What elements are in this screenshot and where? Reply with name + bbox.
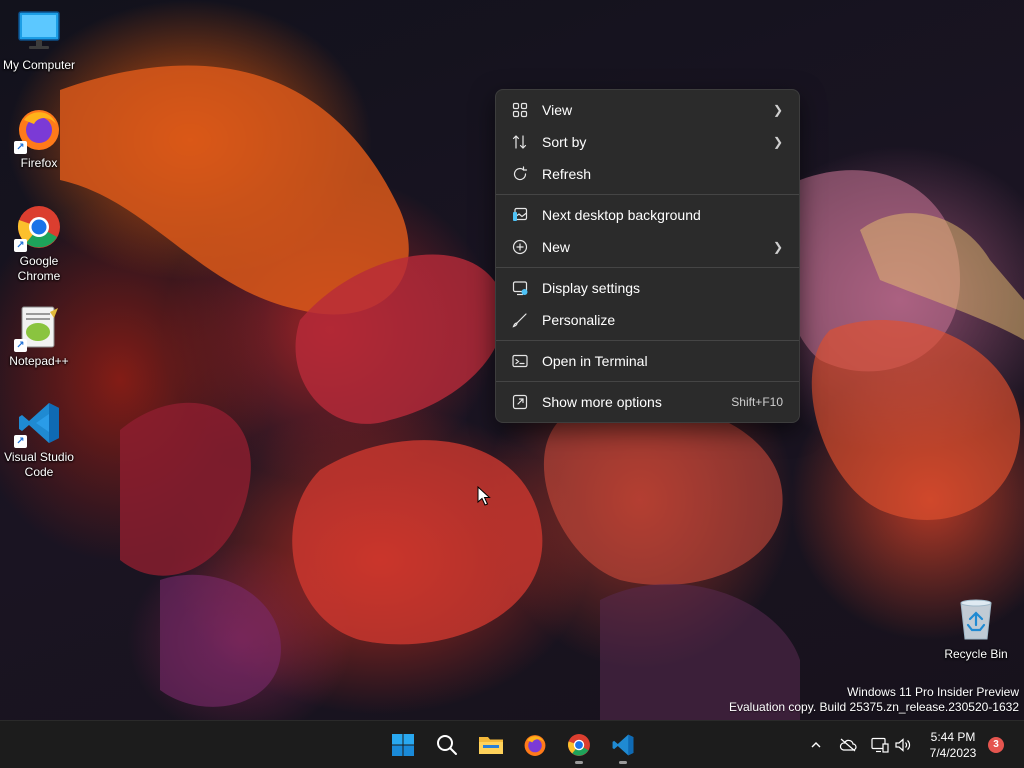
watermark-line-2: Evaluation copy. Build 25375.zn_release.… — [729, 700, 1019, 714]
menu-item-personalize[interactable]: Personalize — [500, 304, 795, 336]
evaluation-watermark: Windows 11 Pro Insider Preview Evaluatio… — [729, 685, 1019, 715]
menu-separator — [496, 267, 799, 268]
grid-icon — [510, 100, 530, 120]
vscode-icon — [612, 734, 634, 756]
taskbar-firefox[interactable] — [515, 725, 555, 765]
clock-time: 5:44 PM — [930, 730, 976, 744]
desktop-icon-my-computer[interactable]: My Computer — [0, 8, 78, 73]
chevron-up-icon — [811, 742, 821, 748]
shortcut-arrow-icon: ↗ — [14, 435, 27, 448]
running-indicator — [619, 761, 627, 764]
start-button[interactable] — [383, 725, 423, 765]
menu-item-label: Next desktop background — [542, 207, 701, 223]
clock-date: 7/4/2023 — [929, 746, 977, 760]
menu-item-show-more-options[interactable]: Show more options Shift+F10 — [500, 386, 795, 418]
menu-item-label: Show more options — [542, 394, 662, 410]
sort-icon — [510, 132, 530, 152]
folder-icon — [479, 737, 503, 754]
chevron-right-icon: ❯ — [772, 135, 783, 149]
notepadpp-icon: ↗ — [14, 304, 62, 352]
shortcut-arrow-icon: ↗ — [14, 141, 27, 154]
menu-item-refresh[interactable]: Refresh — [500, 158, 795, 190]
speaker-icon — [895, 738, 911, 752]
show-hidden-icons-button[interactable] — [806, 735, 826, 755]
volume-tray-button[interactable] — [893, 735, 913, 755]
menu-item-view[interactable]: View ❯ — [500, 94, 795, 126]
refresh-icon — [510, 164, 530, 184]
desktop-icon-label: Google Chrome — [17, 254, 61, 283]
menu-item-label: Personalize — [542, 312, 616, 328]
desktop-icon-label: My Computer — [2, 58, 76, 72]
menu-item-new[interactable]: New ❯ — [500, 231, 795, 263]
chevron-right-icon: ❯ — [772, 240, 783, 254]
cloud-offline-icon — [839, 738, 857, 752]
shortcut-arrow-icon: ↗ — [14, 339, 27, 352]
menu-separator — [496, 340, 799, 341]
taskbar-clock[interactable]: 5:44 PM 7/4/2023 — [920, 729, 986, 761]
menu-item-open-in-terminal[interactable]: Open in Terminal — [500, 345, 795, 377]
mouse-cursor-icon — [477, 485, 491, 510]
taskbar-vscode[interactable] — [603, 725, 643, 765]
desktop-icon-label: Notepad++ — [9, 354, 69, 368]
taskbar-chrome[interactable] — [559, 725, 599, 765]
desktop-icon-firefox[interactable]: ↗ Firefox — [0, 106, 78, 171]
desktop-icon-label: Recycle Bin — [944, 647, 1008, 661]
vscode-icon: ↗ — [14, 400, 62, 448]
desktop-icon-recycle-bin[interactable]: Recycle Bin — [940, 597, 1012, 662]
desktop-icon-label: Visual Studio Code — [4, 450, 74, 479]
chrome-icon: ↗ — [14, 204, 62, 252]
menu-item-label: Sort by — [542, 134, 587, 150]
chrome-icon — [568, 734, 590, 756]
search-icon — [437, 735, 457, 755]
firefox-icon — [524, 735, 546, 756]
windows-logo-icon — [392, 734, 414, 756]
menu-separator — [496, 381, 799, 382]
menu-item-label: New — [542, 239, 571, 255]
recycle-bin-icon — [953, 597, 999, 643]
watermark-line-1: Windows 11 Pro Insider Preview — [847, 685, 1019, 699]
menu-item-sort-by[interactable]: Sort by ❯ — [500, 126, 795, 158]
network-tray-button[interactable] — [870, 735, 890, 755]
menu-separator — [496, 194, 799, 195]
taskbar-search-button[interactable] — [427, 725, 467, 765]
menu-item-label: Refresh — [542, 166, 592, 182]
background-icon — [510, 205, 530, 225]
notification-badge[interactable]: 3 — [988, 737, 1004, 753]
terminal-icon — [510, 351, 530, 371]
desktop-context-menu: View ❯ Sort by ❯ Refresh Next desktop ba… — [495, 89, 800, 423]
desktop-icon-vscode[interactable]: ↗ Visual Studio Code — [0, 400, 78, 480]
taskbar-file-explorer[interactable] — [471, 725, 511, 765]
display-icon — [510, 278, 530, 298]
brush-icon — [510, 310, 530, 330]
desktop-icon-notepadpp[interactable]: ↗ Notepad++ — [0, 304, 78, 369]
menu-item-label: View — [542, 102, 573, 118]
network-icon — [871, 737, 889, 753]
chevron-right-icon: ❯ — [772, 103, 783, 117]
menu-item-next-desktop-background[interactable]: Next desktop background — [500, 199, 795, 231]
menu-item-label: Open in Terminal — [542, 353, 648, 369]
menu-item-display-settings[interactable]: Display settings — [500, 272, 795, 304]
monitor-icon — [16, 8, 62, 54]
shortcut-arrow-icon: ↗ — [14, 239, 27, 252]
menu-item-label: Display settings — [542, 280, 641, 296]
share-icon — [510, 392, 530, 412]
taskbar: 5:44 PM 7/4/2023 3 — [0, 720, 1024, 768]
firefox-icon: ↗ — [14, 106, 62, 154]
keyboard-shortcut: Shift+F10 — [731, 395, 783, 409]
desktop-icon-label: Firefox — [20, 156, 58, 170]
plus-circle-icon — [510, 237, 530, 257]
running-indicator — [575, 761, 583, 764]
desktop-icon-google-chrome[interactable]: ↗ Google Chrome — [0, 204, 78, 284]
onedrive-tray-button[interactable] — [838, 735, 858, 755]
